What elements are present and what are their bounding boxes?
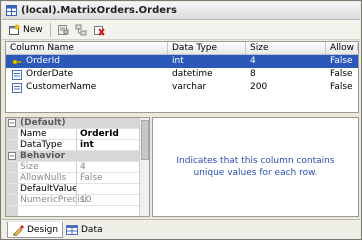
design-icon bbox=[13, 224, 24, 236]
column-icon bbox=[12, 70, 22, 80]
property-divider bbox=[76, 162, 77, 173]
cell-column-name: CustomerName bbox=[26, 82, 97, 92]
property-divider bbox=[76, 184, 77, 195]
view-tabs: Design Data bbox=[2, 219, 360, 239]
property-grid: − (Default) Name OrderId DataType int − … bbox=[5, 117, 150, 217]
property-divider bbox=[76, 173, 77, 184]
new-button[interactable]: New bbox=[5, 22, 46, 38]
delete-button[interactable] bbox=[90, 22, 108, 38]
cell-data-type: datetime bbox=[172, 69, 213, 79]
property-label: DefaultValue bbox=[20, 184, 78, 194]
category-label: Behavior bbox=[20, 151, 66, 161]
property-row-allownulls[interactable]: AllowNulls False bbox=[6, 173, 149, 184]
table-row[interactable]: OrderDate datetime 8 False bbox=[6, 68, 358, 81]
column-icon bbox=[12, 83, 22, 93]
tab-design[interactable]: Design bbox=[7, 222, 64, 238]
property-value: 10 bbox=[80, 195, 92, 205]
property-row-defaultvalue[interactable]: DefaultValue bbox=[6, 184, 149, 195]
property-value: 4 bbox=[80, 162, 86, 172]
property-scrollbar[interactable] bbox=[139, 118, 149, 216]
cell-size: 4 bbox=[250, 56, 256, 66]
cell-allow-nulls: False bbox=[330, 82, 353, 92]
header-allow-nulls[interactable]: Allow N bbox=[326, 42, 358, 55]
property-label: AllowNulls bbox=[20, 173, 67, 183]
properties-button[interactable] bbox=[54, 22, 72, 38]
relationships-icon bbox=[75, 24, 87, 36]
cell-allow-nulls: False bbox=[330, 56, 353, 66]
key-icon bbox=[12, 59, 22, 65]
relationships-button[interactable] bbox=[72, 22, 90, 38]
property-row-size[interactable]: Size 4 bbox=[6, 162, 149, 173]
category-behavior[interactable]: − Behavior bbox=[6, 151, 149, 162]
tab-data-label: Data bbox=[81, 225, 103, 235]
property-value: False bbox=[80, 173, 103, 183]
property-value[interactable]: int bbox=[80, 140, 94, 151]
property-row-numericprecision[interactable]: NumericPrecisi 10 bbox=[6, 195, 149, 206]
property-label: Name bbox=[20, 129, 47, 139]
property-label: Size bbox=[20, 162, 39, 172]
collapse-icon[interactable]: − bbox=[8, 152, 16, 160]
header-data-type[interactable]: Data Type bbox=[168, 42, 246, 55]
tab-data[interactable]: Data bbox=[62, 222, 107, 238]
cell-data-type: int bbox=[172, 56, 184, 66]
scrollbar-thumb[interactable] bbox=[141, 120, 149, 160]
cell-allow-nulls: False bbox=[330, 69, 353, 79]
category-default[interactable]: − (Default) bbox=[6, 118, 149, 129]
property-label: DataType bbox=[20, 140, 63, 150]
delete-icon bbox=[94, 26, 105, 36]
property-divider bbox=[76, 129, 77, 140]
property-value[interactable]: OrderId bbox=[80, 129, 119, 140]
window-title: (local).MatrixOrders.Orders bbox=[21, 5, 177, 16]
tab-design-label: Design bbox=[27, 224, 59, 235]
new-icon bbox=[9, 24, 20, 35]
table-icon bbox=[6, 5, 17, 16]
header-size[interactable]: Size bbox=[246, 42, 326, 55]
property-description: Indicates that this column contains uniq… bbox=[152, 117, 359, 217]
property-row-name[interactable]: Name OrderId bbox=[6, 129, 149, 140]
cell-size: 200 bbox=[250, 82, 268, 92]
property-row-datatype[interactable]: DataType int bbox=[6, 140, 149, 151]
description-text: Indicates that this column contains uniq… bbox=[176, 156, 335, 178]
data-grid-icon bbox=[66, 225, 78, 235]
table-row[interactable]: OrderId int 4 False bbox=[6, 55, 358, 68]
property-divider bbox=[76, 195, 77, 206]
category-label: (Default) bbox=[20, 118, 66, 128]
table-designer-window: (local).MatrixOrders.Orders New Column N… bbox=[0, 0, 362, 240]
cell-column-name: OrderDate bbox=[26, 69, 74, 79]
cell-column-name: OrderId bbox=[26, 56, 60, 66]
table-row[interactable]: CustomerName varchar 200 False bbox=[6, 81, 358, 94]
cell-size: 8 bbox=[250, 69, 256, 79]
collapse-icon[interactable]: − bbox=[8, 119, 16, 127]
header-column-name[interactable]: Column Name bbox=[6, 42, 168, 55]
columns-grid: Column Name Data Type Size Allow N Order… bbox=[5, 41, 359, 113]
new-button-label: New bbox=[23, 25, 43, 35]
toolbar: New bbox=[2, 20, 360, 40]
grid-header: Column Name Data Type Size Allow N bbox=[6, 42, 358, 55]
title-bar: (local).MatrixOrders.Orders bbox=[2, 2, 360, 20]
property-divider bbox=[76, 140, 77, 151]
properties-icon bbox=[58, 25, 69, 35]
cell-data-type: varchar bbox=[172, 82, 207, 92]
toolbar-separator bbox=[50, 23, 51, 37]
